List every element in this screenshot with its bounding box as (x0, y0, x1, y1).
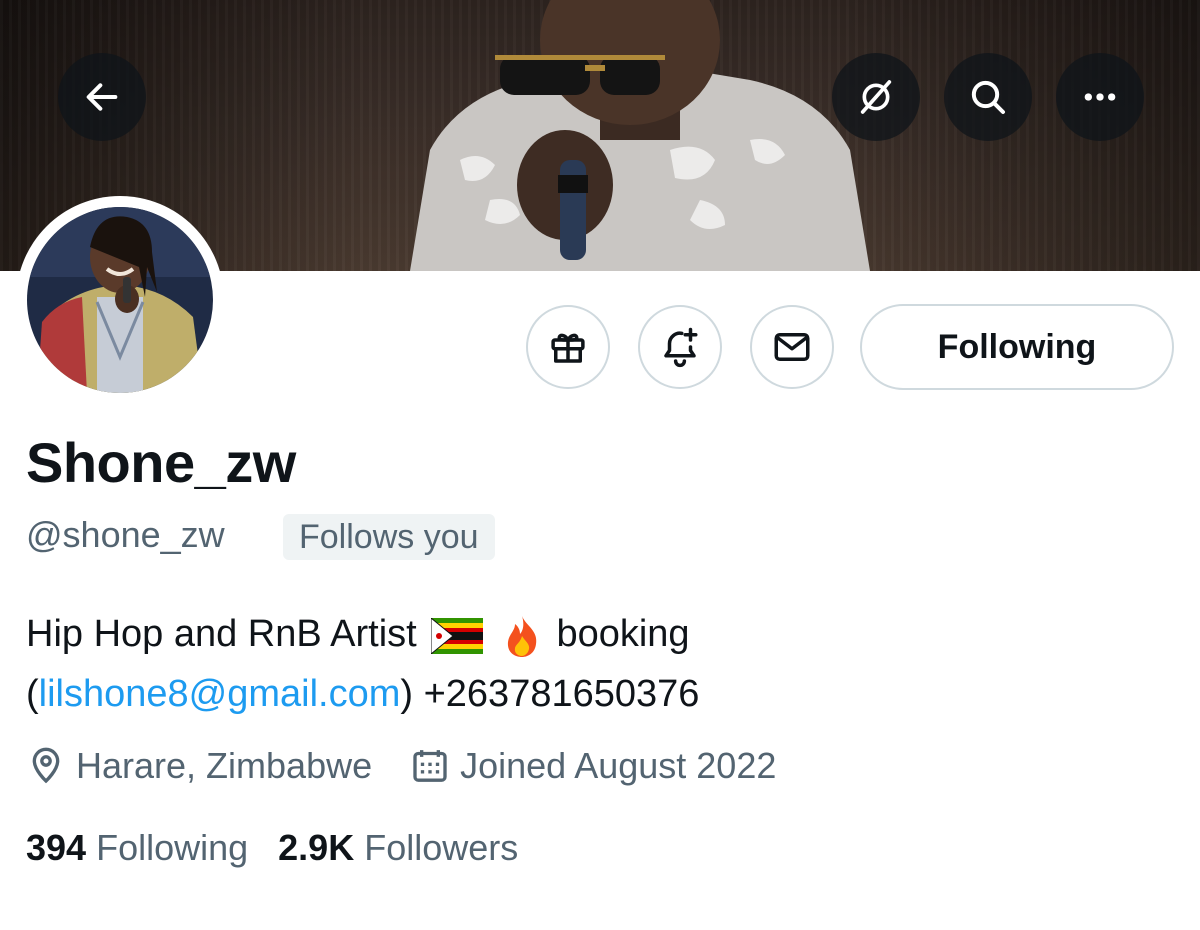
user-handle: @shone_zw (26, 514, 225, 555)
envelope-icon (774, 333, 810, 361)
location-text: Harare, Zimbabwe (76, 745, 373, 786)
grok-button[interactable] (832, 53, 920, 141)
gift-button[interactable] (526, 305, 610, 389)
zimbabwe-flag-emoji (431, 617, 484, 654)
profile-bio: Hip Hop and RnB Artist booking (lilshone… (26, 604, 1176, 724)
avatar[interactable] (16, 196, 224, 404)
followers-count: 2.9K (278, 827, 355, 868)
location-pin-icon (32, 747, 60, 784)
banner-photo-performer (410, 0, 870, 271)
notifications-button[interactable] (638, 305, 722, 389)
bio-text-booking: booking (556, 613, 690, 655)
message-button[interactable] (750, 305, 834, 389)
followers-label: Followers (364, 827, 519, 868)
profile-stats: 394 Following 2.9K Followers (26, 822, 548, 874)
following-button[interactable]: Following (860, 304, 1174, 390)
gift-icon (551, 333, 585, 363)
bio-phone: ) +263781650376 (400, 673, 700, 715)
bio-text-start: Hip Hop and RnB Artist (26, 613, 417, 655)
joined-item: Joined August 2022 (410, 745, 776, 787)
fire-emoji (507, 615, 537, 657)
display-name: Shone_zw (26, 431, 296, 494)
grok-icon (860, 80, 892, 114)
arrow-left-icon (86, 83, 118, 111)
bio-paren-open: ( (26, 673, 39, 715)
bio-email-link[interactable]: lilshone8@gmail.com (39, 673, 401, 715)
back-button[interactable] (58, 53, 146, 141)
more-button[interactable] (1056, 53, 1144, 141)
location-item: Harare, Zimbabwe (26, 745, 372, 787)
follows-you-badge: Follows you (283, 514, 495, 560)
calendar-icon (413, 750, 447, 782)
followers-stat-link[interactable]: 2.9K Followers (278, 827, 518, 869)
joined-date-text: Joined August 2022 (460, 745, 777, 786)
search-button[interactable] (944, 53, 1032, 141)
search-icon (971, 80, 1005, 114)
following-label: Following (96, 827, 249, 868)
avatar-image (27, 207, 213, 393)
following-count: 394 (26, 827, 87, 868)
following-stat-link[interactable]: 394 Following (26, 827, 248, 869)
bell-plus-icon (664, 327, 698, 368)
more-horizontal-icon (1084, 93, 1116, 101)
profile-meta: Harare, Zimbabwe Joined August 2022 (26, 740, 814, 792)
